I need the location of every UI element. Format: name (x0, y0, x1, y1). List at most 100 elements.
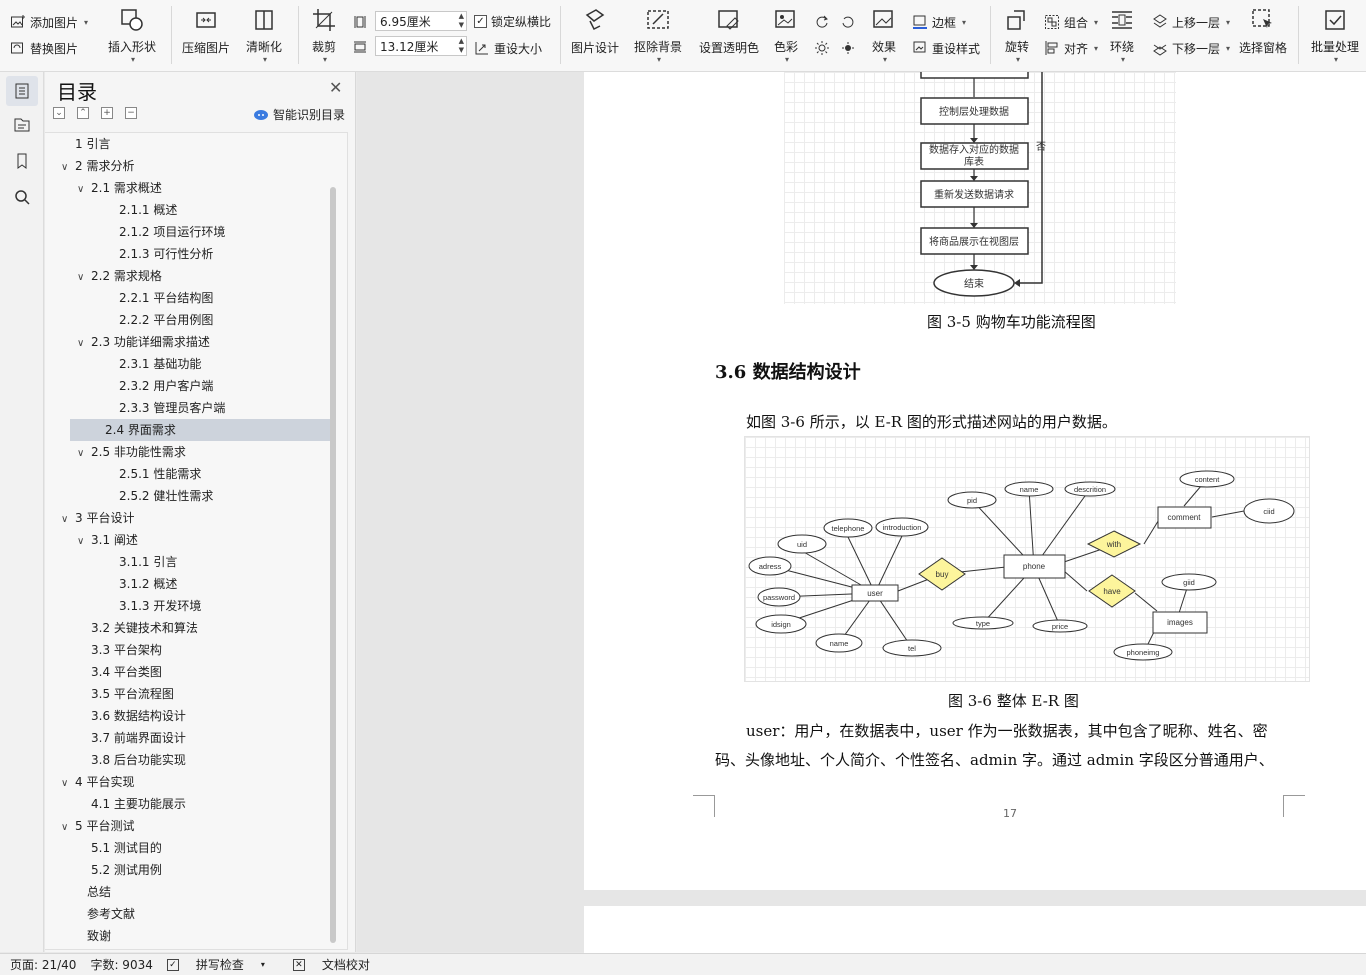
border-button[interactable]: 边框 (912, 12, 966, 32)
expand-up-icon[interactable]: ⌃ (77, 107, 89, 119)
toc-scrollbar[interactable] (330, 187, 336, 943)
toc-panel-button[interactable] (6, 76, 38, 106)
toc-item[interactable]: 总结 (45, 881, 325, 903)
toc-item[interactable]: ∨ 3.1 阐述 (45, 529, 325, 551)
toc-item[interactable]: 3.7 前端界面设计 (45, 727, 325, 749)
toc-item-label: 3.3 平台架构 (91, 643, 162, 657)
batch-process-button[interactable]: 批量处理 (1306, 6, 1364, 64)
add-picture-button[interactable]: 添加图片 (10, 12, 88, 32)
reset-style-button[interactable]: 重设样式 (912, 38, 980, 58)
flow-box-store-label-2: 库表 (964, 155, 984, 168)
toc-item[interactable]: ∨ 5 平台测试 (45, 815, 325, 837)
selection-pane-button[interactable]: 选择窗格 (1236, 6, 1290, 64)
toc-item[interactable]: ∨ 3 平台设计 (45, 507, 325, 529)
document-proofread-button[interactable]: ✕ 文档校对 (292, 956, 384, 973)
toc-item[interactable]: 5.1 测试目的 (45, 837, 325, 859)
rotate-right-icon[interactable] (814, 12, 830, 32)
rotate-left-icon[interactable] (840, 12, 856, 32)
chevron-down-icon[interactable]: ∨ (61, 509, 75, 531)
toc-item[interactable]: 2.4 界面需求 (70, 419, 330, 441)
picture-design-button[interactable]: 图片设计 (570, 6, 620, 64)
toc-item[interactable]: 4.1 主要功能展示 (45, 793, 325, 815)
page-indicator[interactable]: 页面: 21/40 (10, 956, 76, 973)
toc-item[interactable]: ∨ 2.1 需求概述 (45, 177, 325, 199)
chevron-down-icon[interactable]: ∨ (77, 531, 91, 553)
toc-item[interactable]: 2.1.1 概述 (45, 199, 325, 221)
toc-item[interactable]: 2.2.2 平台用例图 (45, 309, 325, 331)
toc-item[interactable]: 3.3 平台架构 (45, 639, 325, 661)
toc-item[interactable]: 3.1.1 引言 (45, 551, 325, 573)
toc-item[interactable]: 2.3.1 基础功能 (45, 353, 325, 375)
toc-item[interactable]: ∨ 2 需求分析 (45, 155, 325, 177)
bookmark-button[interactable] (6, 146, 38, 176)
collapse-all-icon[interactable]: ⌄ (53, 107, 65, 119)
brightness-up-icon[interactable] (814, 38, 830, 58)
chevron-down-icon[interactable]: ∨ (61, 817, 75, 839)
toc-item[interactable]: 3.4 平台类图 (45, 661, 325, 683)
lock-ratio-checkbox[interactable]: ✓ 锁定纵横比 (474, 11, 551, 31)
toc-item[interactable]: 2.3.3 管理员客户端 (45, 397, 325, 419)
effects-icon (873, 9, 893, 28)
sharpen-button[interactable]: 清晰化 (240, 6, 288, 64)
reset-size-button[interactable]: 重设大小 (474, 38, 542, 58)
spell-check-button[interactable]: ✓ 拼写检查 ▾ (166, 956, 279, 973)
remove-heading-icon[interactable]: − (125, 107, 137, 119)
rotate-button[interactable]: 旋转 (998, 6, 1036, 64)
height-spinner[interactable]: ▲ ▼ (459, 37, 464, 55)
toc-item[interactable]: 3.1.3 开发环境 (45, 595, 325, 617)
toc-item[interactable]: 2.2.1 平台结构图 (45, 287, 325, 309)
add-heading-icon[interactable]: + (101, 107, 113, 119)
toc-item[interactable]: 2.1.3 可行性分析 (45, 243, 325, 265)
crop-icon (313, 8, 335, 31)
crop-button[interactable]: 裁剪 (306, 6, 342, 64)
toc-item[interactable]: 致谢 (45, 925, 325, 947)
brightness-down-icon[interactable] (840, 38, 856, 58)
toc-item[interactable]: ∨ 4 平台实现 (45, 771, 325, 793)
smart-toc-button[interactable]: 智能识别目录 (253, 106, 345, 123)
wrap-text-button[interactable]: 环绕 (1104, 6, 1140, 64)
word-count[interactable]: 字数: 9034 (90, 956, 152, 973)
height-input[interactable]: 13.12厘米 ▲ ▼ (375, 36, 467, 56)
compress-picture-button[interactable]: 压缩图片 (181, 6, 231, 64)
toc-item[interactable]: 2.3.2 用户客户端 (45, 375, 325, 397)
send-backward-button[interactable]: 下移一层 (1152, 38, 1230, 58)
bring-forward-button[interactable]: 上移一层 (1152, 12, 1230, 32)
toc-item[interactable]: 参考文献 (45, 903, 325, 925)
toc-item[interactable]: 2.1.2 项目运行环境 (45, 221, 325, 243)
width-input[interactable]: 6.95厘米 ▲ ▼ (375, 11, 467, 31)
toc-item[interactable]: 3.5 平台流程图 (45, 683, 325, 705)
search-button[interactable] (6, 182, 38, 212)
insert-shape-button[interactable]: 插入形状 (102, 6, 162, 64)
set-transparent-color-button[interactable]: 设置透明色 (698, 6, 760, 64)
chevron-down-icon[interactable]: ∨ (77, 179, 91, 201)
chevron-down-icon[interactable]: ∨ (61, 773, 75, 795)
remove-background-button[interactable]: 抠除背景 (630, 6, 686, 64)
toc-item[interactable]: 3.6 数据结构设计 (45, 705, 325, 727)
toc-item[interactable]: 2.5.1 性能需求 (45, 463, 325, 485)
toc-item[interactable]: 3.8 后台功能实现 (45, 749, 325, 771)
border-icon (913, 15, 927, 29)
chapter-nav-button[interactable] (6, 110, 38, 140)
toc-item[interactable]: 3.2 关键技术和算法 (45, 617, 325, 639)
chevron-down-icon[interactable]: ∨ (61, 157, 75, 179)
toc-item[interactable]: ∨ 2.3 功能详细需求描述 (45, 331, 325, 353)
chevron-down-icon[interactable]: ∨ (77, 333, 91, 355)
effects-button[interactable]: 效果 (866, 6, 902, 64)
toc-item[interactable]: 5.2 测试用例 (45, 859, 325, 881)
toc-item-label: 2.3 功能详细需求描述 (91, 335, 210, 349)
toc-item[interactable]: 3.1.2 概述 (45, 573, 325, 595)
color-button[interactable]: 色彩 (768, 6, 804, 64)
shape-icon (121, 8, 143, 31)
width-spinner[interactable]: ▲ ▼ (459, 12, 464, 30)
align-button[interactable]: 对齐 (1044, 38, 1098, 58)
replace-picture-button[interactable]: 替换图片 (10, 38, 78, 58)
toc-item[interactable]: ∨ 2.2 需求规格 (45, 265, 325, 287)
toc-item[interactable]: 2.5.2 健壮性需求 (45, 485, 325, 507)
toc-item[interactable]: ∨ 2.5 非功能性需求 (45, 441, 325, 463)
group-button[interactable]: 组合 (1044, 12, 1098, 32)
chevron-down-icon[interactable]: ∨ (77, 267, 91, 289)
body-paragraph-line-1: user：用户，在数据表中，user 作为一张数据表，其中包含了昵称、姓名、密 (746, 722, 1268, 740)
chevron-down-icon[interactable]: ∨ (77, 443, 91, 465)
toc-item[interactable]: 1 引言 (45, 133, 325, 155)
close-icon[interactable]: ✕ (329, 78, 342, 97)
